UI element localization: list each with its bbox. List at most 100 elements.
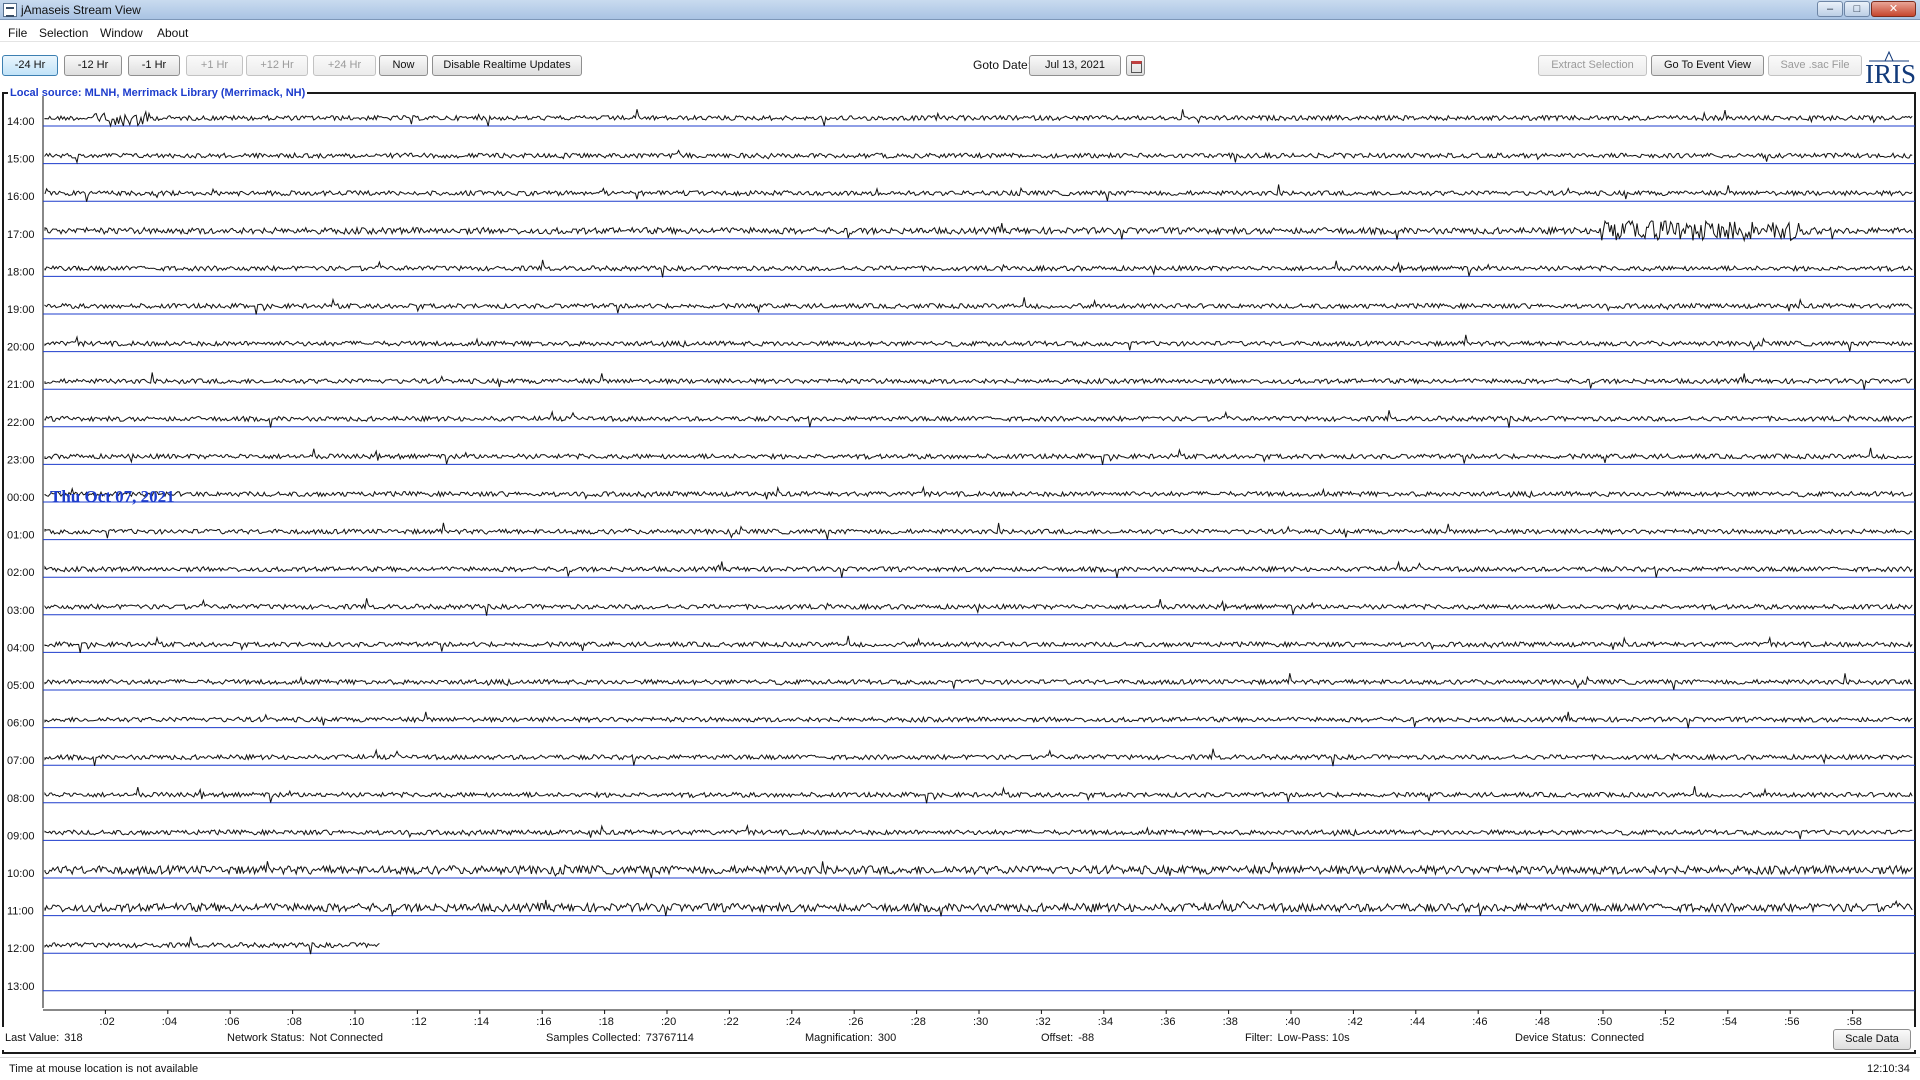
offset-value: -88 bbox=[1078, 1032, 1095, 1044]
hour-label: 06:00 bbox=[7, 718, 35, 730]
minute-label: :14 bbox=[474, 1016, 489, 1027]
magnification-label: Magnification: bbox=[805, 1032, 873, 1044]
hour-label: 08:00 bbox=[7, 793, 35, 805]
seismic-trace bbox=[44, 109, 1913, 128]
minute-label: :58 bbox=[1847, 1016, 1862, 1027]
hour-label: 00:00 bbox=[7, 492, 35, 504]
hour-label: 14:00 bbox=[7, 116, 35, 128]
minute-label: :02 bbox=[99, 1016, 114, 1027]
hour-label: 16:00 bbox=[7, 191, 35, 203]
hour-label: 21:00 bbox=[7, 379, 35, 391]
hour-label: 18:00 bbox=[7, 266, 35, 278]
minute-label: :56 bbox=[1784, 1016, 1799, 1027]
seismic-trace bbox=[44, 447, 1913, 465]
minute-label: :34 bbox=[1098, 1016, 1113, 1027]
device-status: Device Status: Connected bbox=[1515, 1032, 1644, 1044]
seismic-trace bbox=[44, 149, 1913, 165]
minute-label: :10 bbox=[349, 1016, 364, 1027]
seismic-trace bbox=[44, 711, 1913, 729]
hour-label: 01:00 bbox=[7, 530, 35, 542]
samples-value: 73767114 bbox=[645, 1032, 694, 1044]
seismic-trace bbox=[44, 409, 1913, 428]
helicorder-plot[interactable]: 14:00 15:00 16:00 17:00 18:00 19:00 20:00 21:00… bbox=[0, 0, 1920, 1027]
seismic-trace bbox=[44, 673, 1913, 690]
hour-label: 22:00 bbox=[7, 417, 35, 429]
filter-value: Low-Pass: 10s bbox=[1277, 1032, 1350, 1044]
minute-label: :46 bbox=[1472, 1016, 1487, 1027]
samples-collected: Samples Collected: 73767114 bbox=[546, 1032, 694, 1044]
network-status: Network Status: Not Connected bbox=[227, 1032, 383, 1044]
seismic-trace bbox=[44, 786, 1913, 804]
minute-label: :28 bbox=[911, 1016, 926, 1027]
minute-label: :32 bbox=[1035, 1016, 1050, 1027]
hour-label: 19:00 bbox=[7, 304, 35, 316]
hour-label: 05:00 bbox=[7, 680, 35, 692]
minute-label: :26 bbox=[848, 1016, 863, 1027]
info-bar: Time at mouse location is not available … bbox=[0, 1057, 1920, 1080]
minute-label: :08 bbox=[287, 1016, 302, 1027]
seismic-trace bbox=[44, 598, 1913, 616]
device-status-value: Connected bbox=[1590, 1032, 1645, 1044]
hour-label: 20:00 bbox=[7, 342, 35, 354]
seismic-trace bbox=[44, 522, 1913, 540]
minute-label: :12 bbox=[411, 1016, 426, 1027]
hour-label: 02:00 bbox=[7, 567, 35, 579]
minute-label: :30 bbox=[973, 1016, 988, 1027]
filter-label: Filter: bbox=[1245, 1032, 1273, 1044]
seismic-trace bbox=[44, 936, 380, 955]
scale-data-button[interactable]: Scale Data bbox=[1833, 1029, 1911, 1050]
minute-label: :36 bbox=[1160, 1016, 1175, 1027]
minute-label: :44 bbox=[1410, 1016, 1425, 1027]
hour-label: 07:00 bbox=[7, 755, 35, 767]
network-status-label: Network Status: bbox=[227, 1032, 305, 1044]
device-status-label: Device Status: bbox=[1515, 1032, 1586, 1044]
seismic-trace bbox=[44, 219, 1913, 243]
hour-label: 11:00 bbox=[7, 906, 34, 918]
minute-label: :42 bbox=[1347, 1016, 1362, 1027]
status-bar: Last Value: 318 Network Status: Not Connec… bbox=[0, 1027, 1920, 1050]
seismic-trace bbox=[44, 560, 1913, 578]
hour-label: 12:00 bbox=[7, 943, 35, 955]
clock: 12:10:34 bbox=[1867, 1063, 1910, 1075]
minute-label: :54 bbox=[1722, 1016, 1737, 1027]
minute-label: :52 bbox=[1659, 1016, 1674, 1027]
minute-label: :20 bbox=[661, 1016, 676, 1027]
hour-label: 13:00 bbox=[7, 981, 35, 993]
hour-label: 09:00 bbox=[7, 830, 35, 842]
hour-label: 17:00 bbox=[7, 229, 35, 241]
seismic-trace bbox=[44, 259, 1913, 278]
seismic-trace bbox=[44, 297, 1913, 315]
minute-label: :24 bbox=[786, 1016, 801, 1027]
seismic-trace bbox=[44, 861, 1913, 878]
seismic-trace bbox=[44, 184, 1913, 202]
magnification-value: 300 bbox=[877, 1032, 897, 1044]
minute-label: :18 bbox=[599, 1016, 614, 1027]
last-value-status: Last Value: 318 bbox=[5, 1032, 83, 1044]
minute-label: :38 bbox=[1223, 1016, 1238, 1027]
seismic-trace bbox=[44, 334, 1913, 352]
filter-status: Filter: Low-Pass: 10s bbox=[1245, 1032, 1350, 1044]
mouse-location-info: Time at mouse location is not available bbox=[9, 1063, 199, 1075]
last-value: 318 bbox=[64, 1032, 83, 1044]
samples-label: Samples Collected: bbox=[546, 1032, 641, 1044]
seismic-trace bbox=[44, 635, 1913, 653]
seismic-trace bbox=[44, 823, 1913, 840]
minute-label: :04 bbox=[162, 1016, 177, 1027]
offset-label: Offset: bbox=[1041, 1032, 1074, 1044]
minute-label: :22 bbox=[723, 1016, 738, 1027]
network-status-value: Not Connected bbox=[309, 1032, 384, 1044]
seismic-trace bbox=[44, 899, 1913, 917]
minute-label: :50 bbox=[1597, 1016, 1612, 1027]
minute-label: :06 bbox=[224, 1016, 239, 1027]
minute-label: :48 bbox=[1535, 1016, 1550, 1027]
day-label: Thu Oct 07, 2021 bbox=[50, 487, 175, 506]
hour-label: 04:00 bbox=[7, 642, 35, 654]
offset-status: Offset: -88 bbox=[1041, 1032, 1094, 1044]
seismic-trace bbox=[44, 372, 1913, 390]
minute-label: :16 bbox=[536, 1016, 551, 1027]
hour-label: 23:00 bbox=[7, 454, 35, 466]
seismic-trace bbox=[44, 485, 1913, 500]
seismic-trace bbox=[44, 748, 1913, 767]
hour-label: 03:00 bbox=[7, 605, 35, 617]
minute-label: :40 bbox=[1285, 1016, 1300, 1027]
